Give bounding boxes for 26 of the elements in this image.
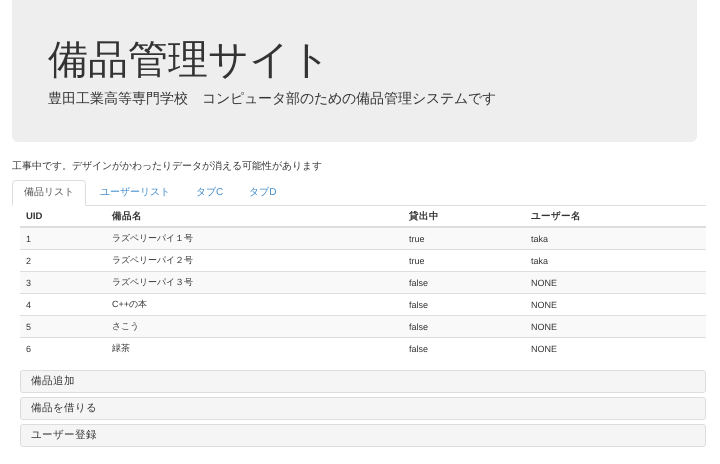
table-cell: 緑茶 (106, 338, 403, 359)
site-subtitle: 豊田工業高等専門学校 コンピュータ部のための備品管理システムです (48, 89, 497, 108)
site-title: 備品管理サイト (48, 37, 332, 84)
tab[interactable]: タブD (237, 180, 288, 205)
table-cell: ラズベリーパイ１号 (106, 227, 403, 250)
collapsible-panel-header[interactable]: 備品を借りる (20, 397, 706, 420)
table-cell: ラズベリーパイ３号 (106, 272, 403, 294)
collapsible-panel-header[interactable]: 備品追加 (20, 370, 706, 393)
collapsible-panel-header[interactable]: ユーザー登録 (20, 424, 706, 447)
table-cell: 1 (20, 227, 106, 250)
table-cell: 5 (20, 316, 106, 338)
table-cell: 6 (20, 338, 106, 359)
table-cell: false (403, 316, 525, 338)
table-cell: NONE (525, 316, 706, 338)
tab[interactable]: ユーザーリスト (88, 180, 182, 205)
table-cell: さこう (106, 316, 403, 338)
tab[interactable]: タブC (184, 180, 236, 205)
table-cell: false (403, 338, 525, 359)
table-cell: NONE (525, 338, 706, 359)
table-cell: NONE (525, 272, 706, 294)
table-cell: 3 (20, 272, 106, 294)
tab[interactable]: 備品リスト (12, 180, 86, 206)
table-cell: taka (525, 227, 706, 250)
table-cell: false (403, 272, 525, 294)
table-cell: true (403, 227, 525, 250)
notice-text: 工事中です。デザインがかわったりデータが消える可能性があります (12, 160, 323, 174)
